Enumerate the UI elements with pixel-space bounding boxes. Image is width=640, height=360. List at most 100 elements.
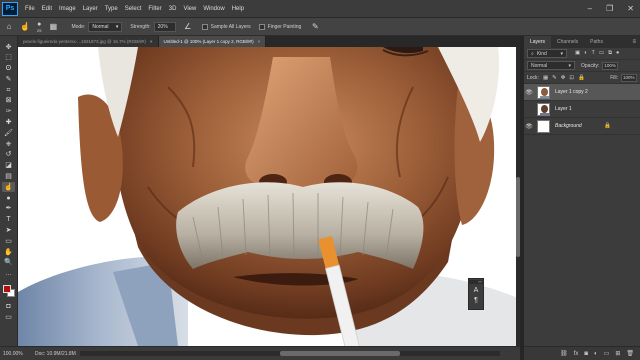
scrollbar-thumb[interactable] [280,351,400,356]
pixel-filter-icon[interactable]: ▣ [575,50,580,57]
dodge-tool-icon[interactable]: ● [2,193,15,203]
history-brush-tool-icon[interactable]: ↺ [2,150,15,160]
filter-kind-select[interactable]: ⌕ Kind ▾ [527,49,567,58]
type-tool-icon[interactable]: T [2,215,15,225]
quick-select-tool-icon[interactable]: ✎ [2,74,15,84]
brush-tool-icon[interactable]: 🖌 [2,128,15,138]
minimize-button[interactable]: – [588,4,592,13]
menu-filter[interactable]: Filter [148,6,161,12]
menu-select[interactable]: Select [125,6,142,12]
group-icon[interactable]: ▭ [604,350,610,357]
menu-edit[interactable]: Edit [42,6,52,12]
move-tool-icon[interactable]: ✥ [2,42,15,52]
new-layer-icon[interactable]: ⊞ [615,350,620,357]
marquee-tool-icon[interactable]: ⬚ [2,53,15,63]
clone-stamp-tool-icon[interactable]: ⎈ [2,139,15,149]
trash-icon[interactable]: 🗑 [626,350,634,357]
tab-paths[interactable]: Paths [584,36,609,48]
menu-3d[interactable]: 3D [169,6,177,12]
menu-help[interactable]: Help [232,6,244,12]
strength-label: Strength: [130,23,151,30]
fill-label: Fill: [610,74,618,81]
lasso-tool-icon[interactable]: ʘ [2,64,15,74]
opacity-field[interactable]: 100% [602,61,619,70]
gradient-tool-icon[interactable]: ▤ [2,172,15,182]
healing-brush-tool-icon[interactable]: ✚ [2,118,15,128]
mores-tool-icon[interactable]: … [2,269,15,279]
paragraph-panel-button[interactable]: ¶ [474,297,478,304]
blend-mode-select[interactable]: Normal ▾ [527,61,575,70]
menu-view[interactable]: View [183,6,196,12]
link-icon[interactable]: ⛓ [560,350,568,357]
panel-menu-icon[interactable]: ≡ [632,36,640,48]
brush-settings-icon[interactable]: ▦ [47,21,59,33]
lock-all-icon[interactable]: 🔒 [578,75,585,81]
frame-tool-icon[interactable]: ⊠ [2,96,15,106]
angle-icon[interactable]: ∠ [182,21,194,33]
document-tab[interactable]: pexels-figueiredo-yentersx-...1931873.jp… [18,36,159,47]
crop-tool-icon[interactable]: ⌗ [2,85,15,95]
filter-icons: ▣ ◐ T ▭ ⧉ ● [575,50,619,57]
eraser-tool-icon[interactable]: ◪ [2,161,15,171]
zoom-level[interactable]: 100.00% [3,351,31,357]
layer-row[interactable]: Layer 1 [524,101,640,118]
menu-window[interactable]: Window [203,6,224,12]
character-panel-button[interactable]: A [474,287,479,294]
pen-tool-icon[interactable]: ✒ [2,204,15,214]
brush-preset-picker[interactable]: ● 25 [37,21,41,33]
floating-panel: «« A ¶ [468,278,484,310]
menu-layer[interactable]: Layer [83,6,98,12]
finger-painting-checkbox[interactable] [258,23,265,30]
type-filter-icon[interactable]: T [592,50,595,57]
foreground-color-swatch[interactable] [2,284,11,293]
zoom-tool-icon[interactable]: 🔍 [2,258,15,268]
lock-pixels-icon[interactable]: ✎ [552,75,557,81]
mode-value: Normal [92,23,109,30]
blend-mode-value: Normal [531,62,548,69]
menu-image[interactable]: Image [59,6,76,12]
document-canvas[interactable]: «« A ¶ [18,47,520,346]
lock-transparent-icon[interactable]: ▦ [543,75,548,81]
screen-mode-icon[interactable]: ▭ [2,312,15,322]
menu-type[interactable]: Type [105,6,118,12]
mode-select[interactable]: Normal ▾ [88,21,123,32]
document-tab-active[interactable]: Untitled-1 @ 100% (Layer 1 copy 2, RGB/8… [158,36,267,47]
color-swatches[interactable] [2,284,16,298]
lock-artboard-icon[interactable]: ⊡ [569,75,574,81]
hand-tool-icon[interactable]: ✋ [2,247,15,257]
horizontal-scrollbar[interactable] [80,351,500,356]
brush-tip-icon: ● [37,20,42,28]
smudge-tool-icon[interactable]: ☝ [2,182,15,193]
eyedropper-tool-icon[interactable]: ✑ [2,107,15,117]
eye-icon[interactable]: 👁 [524,123,534,130]
menu-file[interactable]: File [25,6,35,12]
close-button[interactable]: ✕ [627,4,634,13]
restore-button[interactable]: ❐ [606,4,613,13]
strength-field[interactable]: 20% [153,21,176,32]
smudge-tool-preset-icon[interactable]: ☝ [19,21,31,33]
quick-mask-icon[interactable]: ◘ [2,302,15,312]
close-icon[interactable]: × [150,39,153,44]
rectangle-tool-icon[interactable]: ▭ [2,236,15,246]
shape-filter-icon[interactable]: ▭ [599,50,604,57]
tab-layers[interactable]: Layers [524,36,552,48]
smart-object-filter-icon[interactable]: ⧉ [608,50,612,57]
sample-all-layers-checkbox[interactable] [201,23,208,30]
eye-icon[interactable]: 👁 [524,89,534,96]
filter-toggle-icon[interactable]: ● [616,50,619,57]
adjustment-icon[interactable]: ◐ [594,351,598,357]
adjustment-filter-icon[interactable]: ◐ [584,50,587,57]
close-icon[interactable]: × [258,39,261,44]
floating-panel-header[interactable]: «« [468,280,484,284]
window-controls: – ❐ ✕ [588,4,634,13]
tab-channels[interactable]: Channels [551,36,584,48]
fill-field[interactable]: 100% [621,73,637,82]
pressure-icon[interactable]: ✎ [309,21,321,33]
lock-position-icon[interactable]: ✥ [561,75,566,81]
path-select-tool-icon[interactable]: ➤ [2,226,15,236]
layer-row[interactable]: 👁 Layer 1 copy 2 [524,84,640,101]
home-icon[interactable]: ⌂ [3,21,15,33]
mask-icon[interactable]: ◙ [584,351,588,357]
fx-icon[interactable]: fx [574,351,579,357]
layer-row[interactable]: 👁 Background 🔒 [524,118,640,135]
